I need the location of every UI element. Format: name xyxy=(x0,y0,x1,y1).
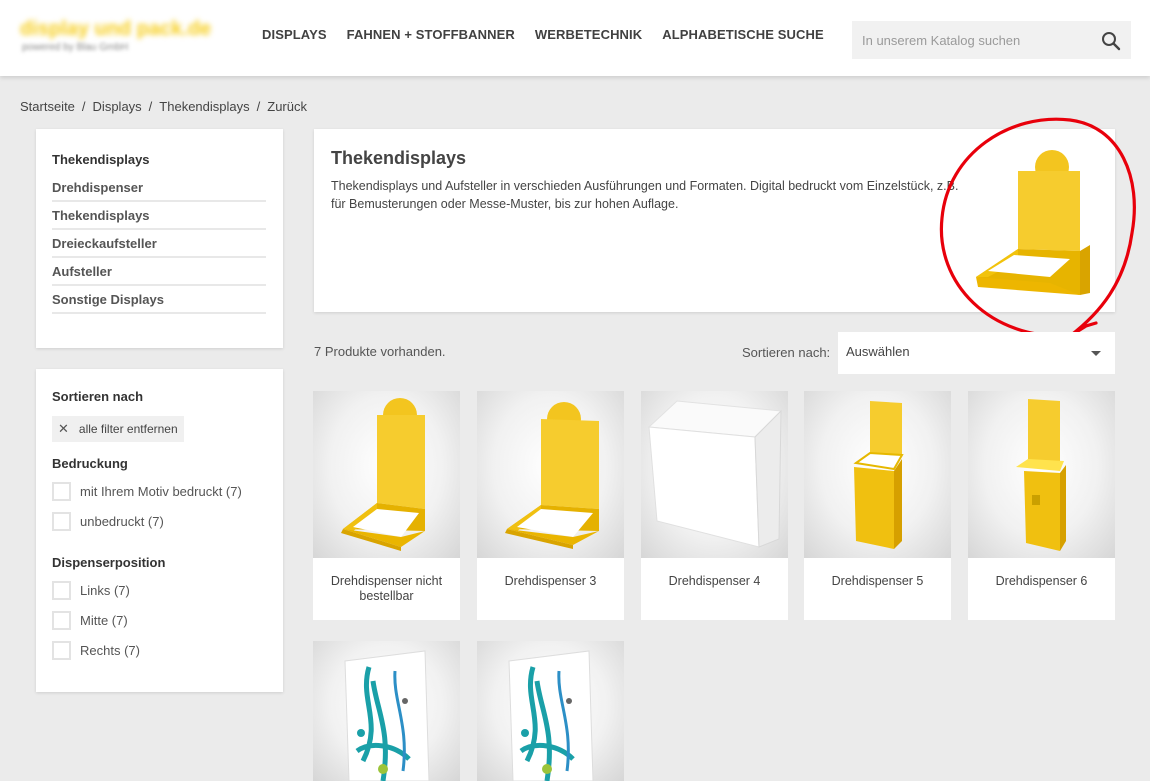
product-card[interactable] xyxy=(313,641,460,781)
checkbox[interactable] xyxy=(52,611,71,630)
product-card[interactable]: Drehdispenser 3 xyxy=(477,391,624,620)
product-name[interactable]: Drehdispenser 6 xyxy=(974,574,1109,589)
product-image[interactable] xyxy=(313,641,460,781)
filter-option[interactable]: unbedruckt (7) xyxy=(52,512,267,531)
filter-panel-title: Sortieren nach xyxy=(52,389,144,404)
product-card[interactable]: Drehdispenser nicht bestellbar xyxy=(313,391,460,620)
breadcrumb-back[interactable]: Zurück xyxy=(267,99,307,114)
checkbox[interactable] xyxy=(52,581,71,600)
nav-alphabetische-suche[interactable]: ALPHABETISCHE SUCHE xyxy=(662,27,824,42)
sidebar-item-drehdispenser[interactable]: Drehdispenser xyxy=(52,174,266,202)
product-name[interactable]: Drehdispenser 5 xyxy=(810,574,945,589)
sort-label: Sortieren nach: xyxy=(742,345,831,360)
site-header: display und pack.de powered by Blau GmbH… xyxy=(0,0,1150,76)
facet-title-bedruckung: Bedruckung xyxy=(52,456,128,471)
nav-fahnen-stoffbanner[interactable]: FAHNEN + STOFFBANNER xyxy=(347,27,515,42)
main-nav: DISPLAYS FAHNEN + STOFFBANNER WERBETECHN… xyxy=(262,27,844,42)
product-card[interactable] xyxy=(477,641,624,781)
product-name[interactable]: Drehdispenser 4 xyxy=(647,574,782,589)
category-description: Thekendisplays und Aufsteller in verschi… xyxy=(331,179,959,211)
product-name[interactable]: Drehdispenser nicht bestellbar xyxy=(319,574,454,604)
product-image[interactable] xyxy=(641,391,788,558)
facet-title-dispenserposition: Dispenserposition xyxy=(52,555,166,570)
breadcrumb-home[interactable]: Startseite xyxy=(20,99,75,114)
sidebar-item-aufsteller[interactable]: Aufsteller xyxy=(52,258,266,286)
filter-option[interactable]: Links (7) xyxy=(52,581,267,600)
category-sidebar-title[interactable]: Thekendisplays xyxy=(52,152,267,167)
checkbox[interactable] xyxy=(52,641,71,660)
sidebar-item-sonstige-displays[interactable]: Sonstige Displays xyxy=(52,286,266,314)
checkbox[interactable] xyxy=(52,482,71,501)
product-image[interactable] xyxy=(477,391,624,558)
product-image[interactable] xyxy=(968,391,1115,558)
sort-select[interactable]: Auswählen xyxy=(838,332,1115,374)
product-image[interactable] xyxy=(804,391,951,558)
nav-werbetechnik[interactable]: WERBETECHNIK xyxy=(535,27,642,42)
site-logo[interactable]: display und pack.de powered by Blau GmbH xyxy=(18,16,233,56)
breadcrumb: Startseite / Displays / Thekendisplays /… xyxy=(20,99,307,114)
close-icon: ✕ xyxy=(58,421,69,436)
product-card[interactable]: Drehdispenser 5 xyxy=(804,391,951,620)
product-image[interactable] xyxy=(477,641,624,781)
search-box xyxy=(852,21,1131,59)
category-header: Thekendisplays Thekendisplays und Aufste… xyxy=(314,129,1115,312)
product-image[interactable] xyxy=(313,391,460,558)
sidebar-item-dreieckaufsteller[interactable]: Dreieckaufsteller xyxy=(52,230,266,258)
filter-option[interactable]: Rechts (7) xyxy=(52,641,267,660)
breadcrumb-displays[interactable]: Displays xyxy=(93,99,142,114)
filter-option[interactable]: Mitte (7) xyxy=(52,611,267,630)
sidebar-item-thekendisplays[interactable]: Thekendisplays xyxy=(52,202,266,230)
category-image xyxy=(976,150,1090,295)
nav-displays[interactable]: DISPLAYS xyxy=(262,27,327,42)
search-icon[interactable] xyxy=(1101,31,1121,51)
product-card[interactable]: Drehdispenser 4 xyxy=(641,391,788,620)
checkbox[interactable] xyxy=(52,512,71,531)
clear-filters-button[interactable]: ✕ alle filter entfernen xyxy=(52,416,184,442)
filter-option[interactable]: mit Ihrem Motiv bedruckt (7) xyxy=(52,482,267,501)
product-card[interactable]: Drehdispenser 6 xyxy=(968,391,1115,620)
search-input[interactable] xyxy=(852,21,1092,59)
chevron-down-icon xyxy=(1091,351,1101,356)
filter-panel: Sortieren nach ✕ alle filter entfernen B… xyxy=(36,369,283,692)
product-count: 7 Produkte vorhanden. xyxy=(314,344,446,359)
breadcrumb-thekendisplays[interactable]: Thekendisplays xyxy=(159,99,249,114)
product-name[interactable]: Drehdispenser 3 xyxy=(483,574,618,589)
category-sidebar: Thekendisplays Drehdispenser Thekendispl… xyxy=(36,129,283,348)
